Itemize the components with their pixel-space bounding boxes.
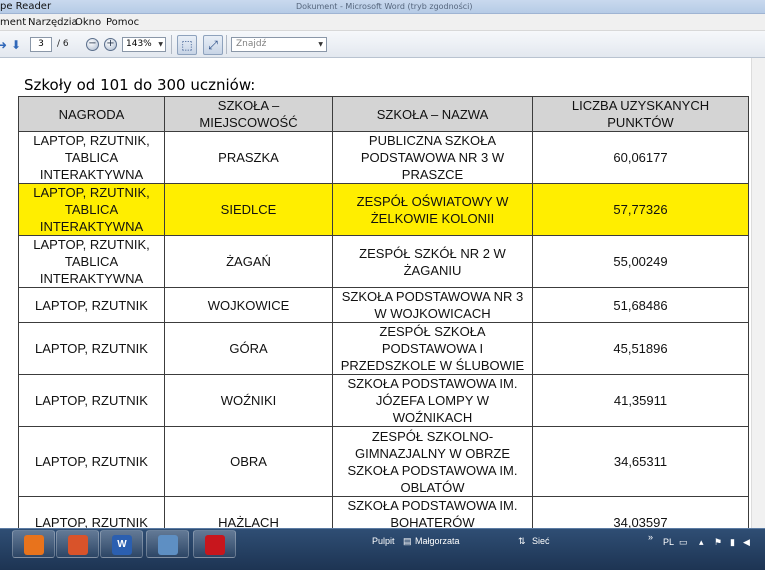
menu-window[interactable]: Okno — [75, 16, 101, 29]
town-cell: GÓRA — [164, 322, 333, 375]
points-cell: 34,03597 — [532, 496, 749, 528]
document-view[interactable]: Szkoły od 101 do 300 uczniów: NAGRODA SZ… — [0, 58, 765, 528]
power-icon[interactable]: ▮ — [730, 536, 735, 548]
points-cell: 34,65311 — [532, 426, 749, 497]
user-folder-label[interactable]: Małgorzata — [415, 535, 460, 547]
action-center-flag-icon[interactable]: ⚑ — [714, 536, 722, 548]
fit-page-icon[interactable]: ⤢ — [203, 35, 223, 55]
office-icon — [68, 535, 88, 555]
volume-icon[interactable]: ◀ — [743, 536, 750, 548]
menu-document[interactable]: ment — [0, 16, 26, 29]
word-icon: W — [112, 535, 132, 555]
window-title: pe Reader — [0, 1, 52, 12]
award-cell: LAPTOP, RZUTNIK — [18, 322, 165, 375]
award-cell: LAPTOP, RZUTNIK, TABLICA INTERAKTYWNA — [18, 131, 165, 184]
firefox-icon — [24, 535, 44, 555]
page-total: / 6 — [57, 39, 69, 49]
menu-help[interactable]: Pomoc — [106, 16, 139, 29]
award-cell: LAPTOP, RZUTNIK — [18, 287, 165, 323]
column-header-school-name: SZKOŁA – NAZWA — [332, 96, 533, 132]
points-cell: 51,68486 — [532, 287, 749, 323]
award-cell: LAPTOP, RZUTNIK, TABLICA INTERAKTYWNA — [18, 183, 165, 236]
town-cell: ŻAGAŃ — [164, 235, 333, 288]
town-cell: HAŻLACH — [164, 496, 333, 528]
search-input[interactable]: Znajdź ▼ — [231, 37, 327, 52]
toolbar-separator — [171, 35, 172, 54]
awards-table: NAGRODA SZKOŁA – MIEJSCOWOŚĆ SZKOŁA – NA… — [18, 96, 749, 528]
school-name-cell: SZKOŁA PODSTAWOWA NR 3 W WOJKOWICACH — [332, 287, 533, 323]
taskbar-app-adobe-reader[interactable] — [193, 530, 236, 558]
school-name-cell: ZESPÓŁ SZKOŁA PODSTAWOWA I PRZEDSZKOLE W… — [332, 322, 533, 375]
school-name-cell: SZKOŁA PODSTAWOWA IM. BOHATERÓW WESTERPL… — [332, 496, 533, 528]
toolbar-separator — [226, 35, 227, 54]
school-name-cell: PUBLICZNA SZKOŁA PODSTAWOWA NR 3 W PRASZ… — [332, 131, 533, 184]
table-row: LAPTOP, RZUTNIK, TABLICA INTERAKTYWNA ŻAG… — [18, 235, 749, 288]
table-row: LAPTOP, RZUTNIK WOŹNIKI SZKOŁA PODSTAWOWA … — [18, 374, 749, 427]
chevron-down-icon[interactable]: ▼ — [318, 38, 323, 51]
award-cell: LAPTOP, RZUTNIK — [18, 496, 165, 528]
search-placeholder: Znajdź — [236, 39, 267, 49]
school-name-cell: ZESPÓŁ OŚWIATOWY W ŻELKOWIE KOLONII — [332, 183, 533, 236]
page-number-input[interactable]: 3 — [30, 37, 52, 52]
previous-page-icon[interactable]: ➜ — [0, 39, 7, 51]
table-row: LAPTOP, RZUTNIK, TABLICA INTERAKTYWNA PRA… — [18, 131, 749, 184]
points-cell: 55,00249 — [532, 235, 749, 288]
fit-width-icon[interactable]: ⬚ — [177, 35, 197, 55]
taskbar-app-office[interactable] — [56, 530, 99, 558]
town-cell: OBRA — [164, 426, 333, 497]
table-row: LAPTOP, RZUTNIK OBRA ZESPÓŁ SZKOLNO-GIMNAZ… — [18, 426, 749, 497]
chevron-down-icon: ▼ — [158, 41, 163, 48]
taskbar: W Pulpit ▤ Małgorzata ⇅ Sieć » PL ▭ ▴ ⚑ … — [0, 528, 765, 570]
zoom-value: 143% — [126, 39, 152, 49]
table-row: LAPTOP, RZUTNIK HAŻLACH SZKOŁA PODSTAWOWA … — [18, 496, 749, 528]
award-cell: LAPTOP, RZUTNIK, TABLICA INTERAKTYWNA — [18, 235, 165, 288]
vertical-scrollbar[interactable] — [751, 58, 765, 528]
menu-bar: ment Narzędzia Okno Pomoc — [0, 14, 765, 31]
award-cell: LAPTOP, RZUTNIK — [18, 426, 165, 497]
title-bar: pe Reader Dokument - Microsoft Word (try… — [0, 0, 765, 14]
town-cell: SIEDLCE — [164, 183, 333, 236]
next-page-icon[interactable]: ⬇ — [11, 39, 21, 51]
zoom-in-icon[interactable]: + — [104, 38, 117, 51]
show-hidden-icons-icon[interactable]: » — [648, 531, 653, 543]
network-label[interactable]: Sieć — [532, 535, 550, 547]
table-row: LAPTOP, RZUTNIK WOJKOWICE SZKOŁA PODSTAWOW… — [18, 287, 749, 323]
tray-up-icon[interactable]: ▴ — [699, 536, 704, 548]
desktop-toolbar-label[interactable]: Pulpit — [372, 535, 395, 547]
school-name-cell: ZESPÓŁ SZKOLNO-GIMNAZJALNY W OBRZE SZKOŁ… — [332, 426, 533, 497]
network-icon: ⇅ — [518, 536, 526, 546]
table-header-row: NAGRODA SZKOŁA – MIEJSCOWOŚĆ SZKOŁA – NA… — [18, 96, 749, 132]
language-indicator[interactable]: PL — [663, 536, 674, 548]
explorer-icon — [158, 535, 178, 555]
town-cell: WOŹNIKI — [164, 374, 333, 427]
toolbar: ➜ ⬇ 3 / 6 − + 143% ▼ ⬚ ⤢ Znajdź ▼ — [0, 31, 765, 58]
user-folder-icon: ▤ — [403, 536, 412, 546]
table-row: LAPTOP, RZUTNIK, TABLICA INTERAKTYWNA SIE… — [18, 183, 749, 236]
school-name-cell: ZESPÓŁ SZKÓŁ NR 2 W ŻAGANIU — [332, 235, 533, 288]
points-cell: 60,06177 — [532, 131, 749, 184]
adobe-reader-icon — [205, 535, 225, 555]
table-row: LAPTOP, RZUTNIK GÓRA ZESPÓŁ SZKOŁA PODSTAW… — [18, 322, 749, 375]
keyboard-icon[interactable]: ▭ — [679, 536, 688, 548]
zoom-out-icon[interactable]: − — [86, 38, 99, 51]
section-heading: Szkoły od 101 do 300 uczniów: — [24, 76, 256, 94]
town-cell: PRASZKA — [164, 131, 333, 184]
award-cell: LAPTOP, RZUTNIK — [18, 374, 165, 427]
points-cell: 45,51896 — [532, 322, 749, 375]
school-name-cell: SZKOŁA PODSTAWOWA IM. JÓZEFA LOMPY W WOŹ… — [332, 374, 533, 427]
town-cell: WOJKOWICE — [164, 287, 333, 323]
taskbar-app-explorer[interactable] — [146, 530, 189, 558]
taskbar-app-firefox[interactable] — [12, 530, 55, 558]
points-cell: 41,35911 — [532, 374, 749, 427]
column-header-town: SZKOŁA – MIEJSCOWOŚĆ — [164, 96, 333, 132]
points-cell: 57,77326 — [532, 183, 749, 236]
menu-tools[interactable]: Narzędzia — [28, 16, 78, 29]
taskbar-app-word[interactable]: W — [100, 530, 143, 558]
table-body: LAPTOP, RZUTNIK, TABLICA INTERAKTYWNA PRA… — [18, 131, 749, 528]
column-header-points: LICZBA UZYSKANYCH PUNKTÓW — [532, 96, 749, 132]
zoom-select[interactable]: 143% ▼ — [122, 37, 166, 52]
window-doc-title: Dokument - Microsoft Word (tryb zgodnośc… — [296, 2, 473, 11]
column-header-award: NAGRODA — [18, 96, 165, 132]
